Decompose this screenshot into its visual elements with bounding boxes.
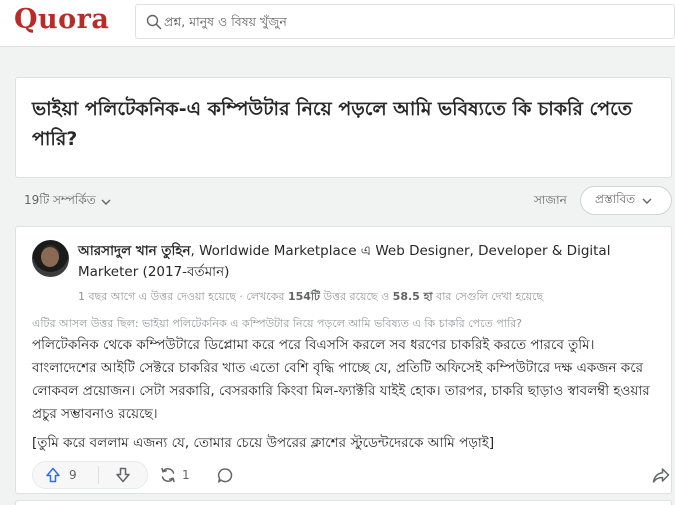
search-icon [146, 14, 162, 30]
sort-label: সাজান [534, 193, 567, 207]
comment-button[interactable] [213, 461, 237, 489]
top-bar: Quora [0, 0, 675, 47]
comment-icon [217, 467, 234, 484]
reshare-count: 1 [182, 468, 190, 482]
answer-footnote: [তুমি করে বললাম এজন্য যে, তোমার চেয়ে উপ… [32, 435, 495, 451]
quora-logo[interactable]: Quora [14, 4, 109, 35]
meta-suffix: বার সেগুলি দেখা হয়েছে [432, 290, 544, 303]
answer-actions: 9 1 [32, 461, 670, 489]
answer-card: আরসাদুল খান তুহিন, Worldwide Marketplace… [15, 226, 672, 494]
chevron-down-icon [100, 196, 112, 208]
author-avatar[interactable] [32, 240, 69, 277]
vote-pill: 9 [32, 461, 148, 489]
next-answer-card [15, 500, 672, 505]
share-arrow-icon [652, 466, 670, 484]
meta-mid: উত্তর রয়েছে ও [320, 290, 393, 303]
upvote-button[interactable]: 9 [33, 462, 98, 488]
author-line: আরসাদুল খান তুহিন, Worldwide Marketplace… [78, 241, 663, 283]
original-question[interactable]: এটির আসল উত্তর ছিল: ভাইয়া পলিটেকনিক এ ক… [32, 315, 522, 334]
answer-body: পলিটেকনিক থেকে কম্পিউটারে ডিপ্লোমা করে প… [32, 337, 650, 422]
meta-prefix: 1 বছর আগে এ উত্তর দেওয়া হয়েছে · লেখকের [78, 290, 288, 303]
sort-dropdown[interactable]: প্রস্তাবিত [580, 186, 672, 215]
author-name[interactable]: আরসাদুল খান তুহিন [78, 243, 191, 259]
upvote-count: 9 [69, 468, 77, 482]
reshare-button[interactable]: 1 [159, 461, 190, 489]
question-card: ভাইয়া পলিটেকনিক-এ কম্পিউটার নিয়ে পড়লে… [15, 77, 672, 178]
answer-meta: 1 বছর আগে এ উত্তর দেওয়া হয়েছে · লেখকের… [78, 288, 543, 307]
related-dropdown[interactable]: 19টি সম্পর্কিত [24, 192, 112, 212]
sort-value: প্রস্তাবিত [595, 191, 636, 206]
sort-bar: 19টি সম্পর্কিত সাজান প্রস্তাবিত [15, 186, 672, 216]
reshare-icon [159, 466, 177, 484]
chevron-down-icon [641, 195, 653, 207]
related-label: 19টি সম্পর্কিত [24, 193, 96, 207]
search-input[interactable] [164, 5, 664, 38]
meta-answer-count: 154টি [287, 290, 321, 303]
meta-view-count: 58.5 হা [392, 290, 433, 303]
arrow-up-icon [45, 467, 61, 483]
share-button[interactable] [650, 461, 672, 489]
arrow-down-icon [115, 467, 131, 483]
downvote-button[interactable] [99, 462, 147, 488]
search-box[interactable] [135, 4, 675, 39]
question-title[interactable]: ভাইয়া পলিটেকনিক-এ কম্পিউটার নিয়ে পড়লে… [32, 94, 662, 154]
